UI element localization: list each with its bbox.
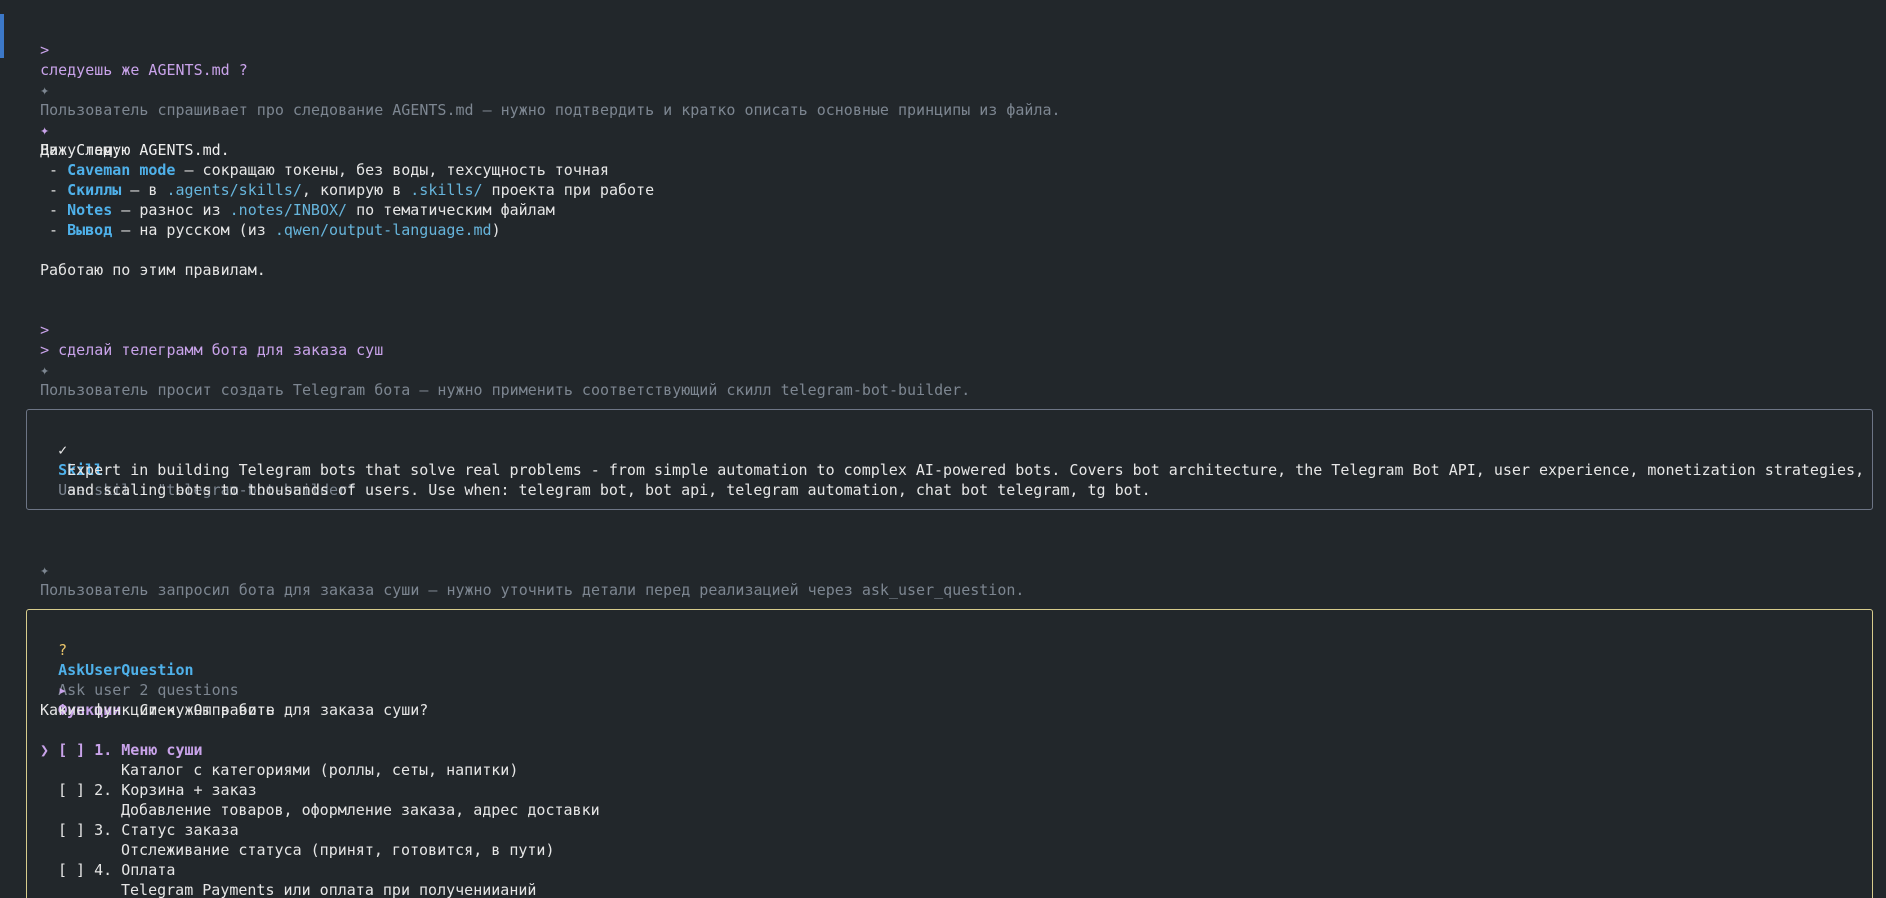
bullet-post: проекта при работе [482, 181, 655, 199]
bullet-post: ) [491, 221, 501, 239]
option-4[interactable]: [ ] 4. Оплата [58, 860, 175, 880]
bullet-dash: - [40, 161, 68, 179]
checkbox[interactable]: [ ] [58, 821, 85, 839]
spark-icon: ✦ [40, 361, 50, 379]
checkbox[interactable]: [ ] [58, 741, 85, 759]
thought-1: ✦ Пользователь спрашивает про следование… [22, 60, 1060, 119]
bullet-path: .skills/ [410, 181, 483, 199]
thought-3: ✦ Пользователь запросил бота для заказа … [22, 540, 1024, 599]
skill-body-line-2: and scaling bots to thousands of users. … [67, 481, 1151, 499]
bullet-term: Вывод [67, 221, 113, 239]
ask-card-header: ? AskUserQuestion Ask user 2 questions ← [40, 620, 239, 719]
question-icon: ? [58, 641, 68, 659]
option-2[interactable]: [ ] 2. Корзина + заказ [58, 780, 257, 800]
option-1-description: Каталог с категориями (роллы, сеты, напи… [121, 761, 519, 779]
bullet-pre: — на русском (из [112, 221, 275, 239]
reply-bullet-3: - Notes — разнос из .notes/INBOX/ по тем… [40, 200, 555, 220]
checkbox[interactable]: [ ] [58, 781, 85, 799]
option-2-description: Добавление товаров, оформление заказа, а… [121, 801, 600, 819]
user-message-2: > > сделай телеграмм бота для заказа суш [22, 300, 383, 359]
bullet-pre: — разнос из [112, 201, 230, 219]
option-label: 3. Статус заказа [94, 821, 239, 839]
bullet-path: .notes/INBOX/ [229, 201, 348, 219]
bullet-path: .qwen/output-language.md [274, 221, 492, 239]
spark-icon: ✦ [40, 561, 50, 579]
active-message-accent [0, 14, 4, 58]
checkbox[interactable]: [ ] [58, 861, 85, 879]
reply-intro: Вижу там: [40, 141, 122, 159]
thought-text: Пользователь просит создать Telegram бот… [40, 381, 971, 399]
thought-text: Пользователь запросил бота для заказа су… [40, 581, 1025, 599]
bullet-mid: , копирую в [301, 181, 411, 199]
check-icon: ✓ [58, 441, 68, 459]
prompt-marker: > [40, 41, 50, 59]
question-text: Какие функции нужны в боте для заказа су… [40, 701, 429, 719]
bullet-text: — сокращаю токены, без воды, техсущность… [175, 161, 609, 179]
reply-bullet-4: - Вывод — на русском (из .qwen/output-la… [40, 220, 501, 240]
prompt-marker: > [40, 321, 50, 339]
reply-closing: Работаю по этим правилам. [40, 261, 266, 279]
reply-bullet-2: - Скиллы — в .agents/skills/, копирую в … [40, 180, 654, 200]
bullet-dash: - [40, 201, 68, 219]
bullet-term: Notes [67, 201, 113, 219]
tool-description: Ask user 2 questions [58, 681, 239, 699]
option-3-description: Отслеживание статуса (принят, готовится,… [121, 841, 555, 859]
bullet-post: по тематическим файлам [347, 201, 555, 219]
user-message-1: > следуешь же AGENTS.md ? [22, 20, 248, 79]
reply-bullet-1: - Caveman mode — сокращаю токены, без во… [40, 160, 609, 180]
bullet-dash: - [40, 181, 68, 199]
spark-icon: ✦ [40, 121, 50, 139]
skill-card-header: ✓ Skill Use skill: "telegram-bot-builder… [40, 420, 356, 499]
bullet-term: Caveman mode [67, 161, 176, 179]
question-tabs: ▸ Функции Стек Отправить [40, 660, 275, 719]
option-label: 1. Меню суши [94, 741, 203, 759]
spark-icon: ✦ [40, 81, 50, 99]
bullet-path: .agents/skills/ [166, 181, 302, 199]
option-1[interactable]: ❯ [ ] 1. Меню суши [40, 740, 203, 760]
bullet-dash: - [40, 221, 68, 239]
thought-2: ✦ Пользователь просит создать Telegram б… [22, 340, 970, 399]
bullet-pre: — в [121, 181, 167, 199]
tab-marker-icon: ▸ [58, 681, 68, 699]
bullet-term: Скиллы [67, 181, 122, 199]
option-label: 4. Оплата [94, 861, 176, 879]
option-3[interactable]: [ ] 3. Статус заказа [58, 820, 239, 840]
assistant-reply-first: ✦ Да. Следую AGENTS.md. [22, 100, 230, 159]
skill-body-line-1: Expert in building Telegram bots that so… [67, 461, 1865, 479]
cursor-icon: ❯ [40, 741, 50, 759]
option-4-description: Telegram Payments или оплата при получен… [121, 881, 537, 898]
option-label: 2. Корзина + заказ [94, 781, 257, 799]
